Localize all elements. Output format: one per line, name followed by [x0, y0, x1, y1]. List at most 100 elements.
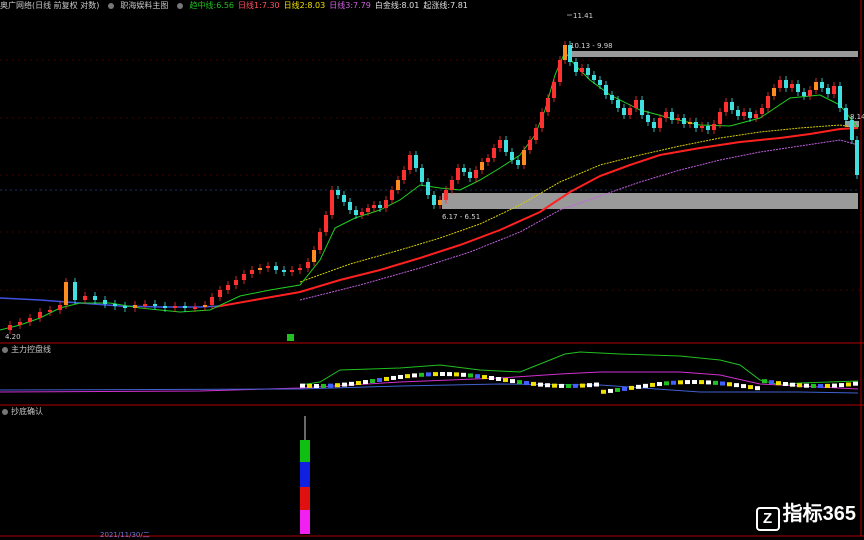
- right-level-label: 8.14: [850, 113, 864, 121]
- brand-logo: Z 指标365: [755, 497, 856, 531]
- candle-body: [390, 190, 394, 200]
- candle-body: [306, 262, 310, 268]
- control-bar: [580, 383, 585, 388]
- control-bar: [643, 383, 648, 388]
- control-bar: [678, 380, 683, 385]
- settings-dot-icon[interactable]: [2, 409, 8, 415]
- candle-body: [432, 195, 436, 205]
- candle-body: [203, 305, 207, 307]
- settings-dot-icon[interactable]: [2, 347, 8, 353]
- candle-body: [450, 180, 454, 190]
- candle-body: [210, 297, 214, 305]
- control-bar: [685, 380, 690, 385]
- candle-body: [438, 200, 442, 205]
- candle-body: [378, 205, 382, 208]
- control-bar: [307, 383, 312, 388]
- candle-body: [784, 80, 788, 88]
- candle-body: [522, 150, 526, 165]
- control-bar: [482, 375, 487, 380]
- candle-body: [724, 102, 728, 112]
- candle-body: [772, 88, 776, 96]
- control-bar: [748, 385, 753, 390]
- control-bar: [601, 389, 606, 394]
- control-bar: [853, 381, 858, 386]
- control-bar: [447, 372, 452, 377]
- candle-body: [694, 122, 698, 128]
- control-bar: [818, 383, 823, 388]
- candle-body: [426, 182, 430, 195]
- candle-body: [348, 202, 352, 210]
- candle-body: [173, 306, 177, 308]
- candle-body: [48, 310, 52, 312]
- control-bar: [566, 383, 571, 388]
- candle-body: [153, 304, 157, 306]
- candle-body: [468, 172, 472, 178]
- candle-body: [330, 190, 334, 215]
- candle-body: [712, 124, 716, 130]
- z-logo-icon: Z: [755, 507, 780, 531]
- candle-body: [360, 212, 364, 215]
- candle-body: [218, 290, 222, 297]
- candle-body: [604, 85, 608, 95]
- control-bar: [699, 380, 704, 385]
- candle-body: [504, 140, 508, 152]
- sub2-title: 抄底确认: [0, 407, 43, 417]
- control-bar: [846, 382, 851, 387]
- candle-body: [808, 90, 812, 96]
- candle-body: [670, 112, 674, 120]
- control-bar: [706, 380, 711, 385]
- candle-body: [754, 114, 758, 118]
- candle-body: [64, 282, 68, 305]
- candle-body: [38, 312, 42, 318]
- control-bar: [755, 386, 760, 391]
- candle-body: [456, 168, 460, 180]
- bottom-signal-magenta: [300, 510, 310, 534]
- candle-body: [814, 82, 818, 90]
- control-bar: [468, 373, 473, 378]
- upper-zone-label: 10.13 - 9.98: [570, 42, 613, 50]
- control-bar: [762, 379, 767, 384]
- candle-body: [748, 112, 752, 118]
- control-bar: [671, 380, 676, 385]
- candle-body: [802, 92, 806, 96]
- candle-body: [766, 96, 770, 108]
- candle-body: [855, 140, 859, 175]
- control-bar: [608, 388, 613, 393]
- candle-body: [354, 210, 358, 215]
- control-bar: [594, 382, 599, 387]
- control-bar: [713, 380, 718, 385]
- candle-body: [718, 112, 722, 124]
- candle-body: [682, 118, 686, 124]
- candle-body: [298, 268, 302, 270]
- candle-body: [73, 282, 77, 300]
- control-bar: [342, 382, 347, 387]
- control-bar: [496, 377, 501, 382]
- candle-body: [366, 208, 370, 212]
- control-bar: [503, 378, 508, 383]
- ma-purple-line: [299, 139, 859, 301]
- candle-body: [258, 268, 262, 270]
- control-bar: [545, 383, 550, 388]
- candle-body: [742, 112, 746, 116]
- control-bar: [370, 379, 375, 384]
- candle-body: [408, 155, 412, 170]
- bottom-signal-red: [300, 487, 310, 510]
- control-bar: [629, 385, 634, 390]
- control-bar: [573, 383, 578, 388]
- candle-body: [586, 68, 590, 75]
- bottom-signal-blue: [300, 462, 310, 487]
- candle-body: [574, 62, 578, 72]
- control-bar: [426, 372, 431, 377]
- control-bar: [636, 384, 641, 389]
- control-bar: [811, 383, 816, 388]
- candle-body: [796, 84, 800, 92]
- candle-body: [324, 215, 328, 232]
- candle-body: [486, 158, 490, 162]
- candle-body: [312, 250, 316, 262]
- candle-body: [93, 296, 97, 300]
- candle-body: [546, 98, 550, 112]
- candle-body: [372, 205, 376, 208]
- control-bar: [328, 383, 333, 388]
- control-bar: [727, 382, 732, 387]
- candle-body: [462, 168, 466, 172]
